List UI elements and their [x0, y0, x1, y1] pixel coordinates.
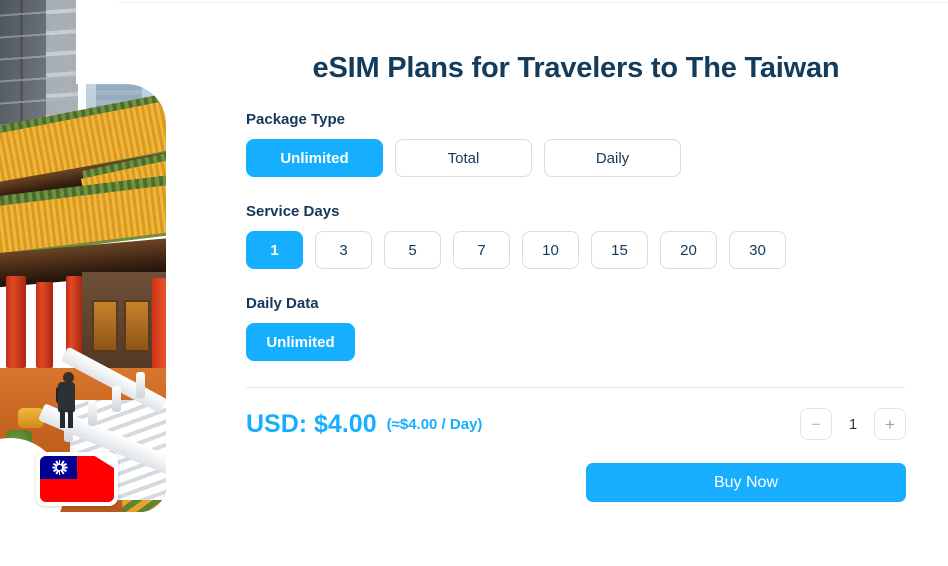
daily-data-label: Daily Data: [246, 295, 319, 312]
option-label: 15: [611, 241, 628, 259]
red-pillar-shape: [6, 276, 26, 368]
price-total: USD: $4.00: [246, 409, 377, 438]
red-pillar-shape: [36, 282, 53, 368]
option-label: 5: [408, 241, 417, 259]
option-label: 30: [749, 241, 766, 259]
traveler-head-shape: [63, 372, 74, 383]
plan-configurator: eSIM Plans for Travelers to The Taiwan P…: [246, 0, 906, 502]
option-label: 3: [339, 241, 348, 259]
package-type-label: Package Type: [246, 111, 345, 128]
quantity-decrement-button[interactable]: −: [800, 408, 832, 440]
service-days-option-5[interactable]: 5: [384, 231, 441, 269]
service-days-group: Service Days 1 3 5 7 10 15 20 30: [246, 203, 906, 269]
service-days-label: Service Days: [246, 203, 340, 220]
option-label: 10: [542, 241, 559, 259]
traveler-figure-shape: [58, 382, 75, 412]
traveler-leg-shape: [60, 410, 65, 428]
cta-row: Buy Now: [246, 463, 906, 502]
railing-post-shape: [112, 386, 121, 412]
flag-canton: [40, 456, 77, 479]
quantity-value[interactable]: 1: [848, 416, 858, 433]
service-days-options: 1 3 5 7 10 15 20 30: [246, 231, 906, 269]
service-days-option-1[interactable]: 1: [246, 231, 303, 269]
daily-data-group: Daily Data Unlimited: [246, 295, 906, 361]
option-label: Unlimited: [266, 333, 335, 351]
package-type-options: Unlimited Total Daily: [246, 139, 906, 177]
option-label: Total: [447, 149, 480, 167]
white-sun-icon: [52, 460, 68, 475]
price-per-day: (≈$4.00 / Day): [386, 415, 483, 433]
temple-door-panel-shape: [124, 300, 150, 352]
minus-icon: −: [811, 414, 821, 434]
service-days-option-10[interactable]: 10: [522, 231, 579, 269]
buy-now-button[interactable]: Buy Now: [586, 463, 906, 502]
sun-disc: [56, 464, 63, 471]
package-type-option-daily[interactable]: Daily: [544, 139, 681, 177]
service-days-option-7[interactable]: 7: [453, 231, 510, 269]
page-title: eSIM Plans for Travelers to The Taiwan: [312, 52, 840, 84]
plus-icon: +: [885, 414, 895, 434]
option-label: 1: [270, 241, 279, 259]
taiwan-flag-icon: [40, 456, 114, 502]
quantity-increment-button[interactable]: +: [874, 408, 906, 440]
price-row: USD: $4.00 (≈$4.00 / Day) − 1 +: [246, 408, 906, 440]
esim-plan-card: eSIM Plans for Travelers to The Taiwan P…: [0, 0, 948, 566]
daily-data-option-unlimited[interactable]: Unlimited: [246, 323, 355, 361]
taiwan-flag-badge: [36, 452, 118, 506]
traveler-leg-shape: [68, 410, 73, 428]
red-pillar-shape: [66, 276, 82, 356]
option-label: Daily: [595, 149, 630, 167]
section-divider: [246, 387, 905, 388]
package-type-option-unlimited[interactable]: Unlimited: [246, 139, 383, 177]
railing-post-shape: [88, 400, 97, 426]
package-type-option-total[interactable]: Total: [395, 139, 532, 177]
service-days-option-30[interactable]: 30: [729, 231, 786, 269]
hero-image-panel: [0, 0, 166, 546]
option-label: 20: [680, 241, 697, 259]
railing-post-shape: [136, 372, 145, 398]
option-label: 7: [477, 241, 486, 259]
service-days-option-3[interactable]: 3: [315, 231, 372, 269]
temple-door-panel-shape: [92, 300, 118, 352]
package-type-group: Package Type Unlimited Total Daily: [246, 111, 906, 177]
service-days-option-20[interactable]: 20: [660, 231, 717, 269]
service-days-option-15[interactable]: 15: [591, 231, 648, 269]
quantity-stepper: − 1 +: [800, 408, 906, 440]
daily-data-options: Unlimited: [246, 323, 906, 361]
option-label: Unlimited: [280, 149, 349, 167]
